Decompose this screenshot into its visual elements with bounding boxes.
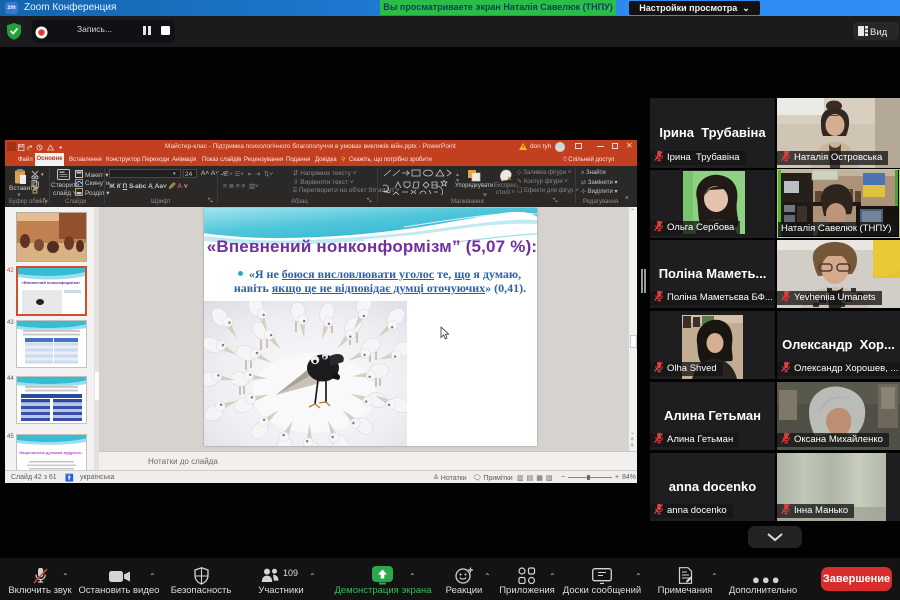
svg-text:«Впевнений нонконформізм»: «Впевнений нонконформізм» — [22, 280, 82, 285]
svg-text:Національна духовна мудрість:: Національна духовна мудрість: — [19, 450, 82, 455]
